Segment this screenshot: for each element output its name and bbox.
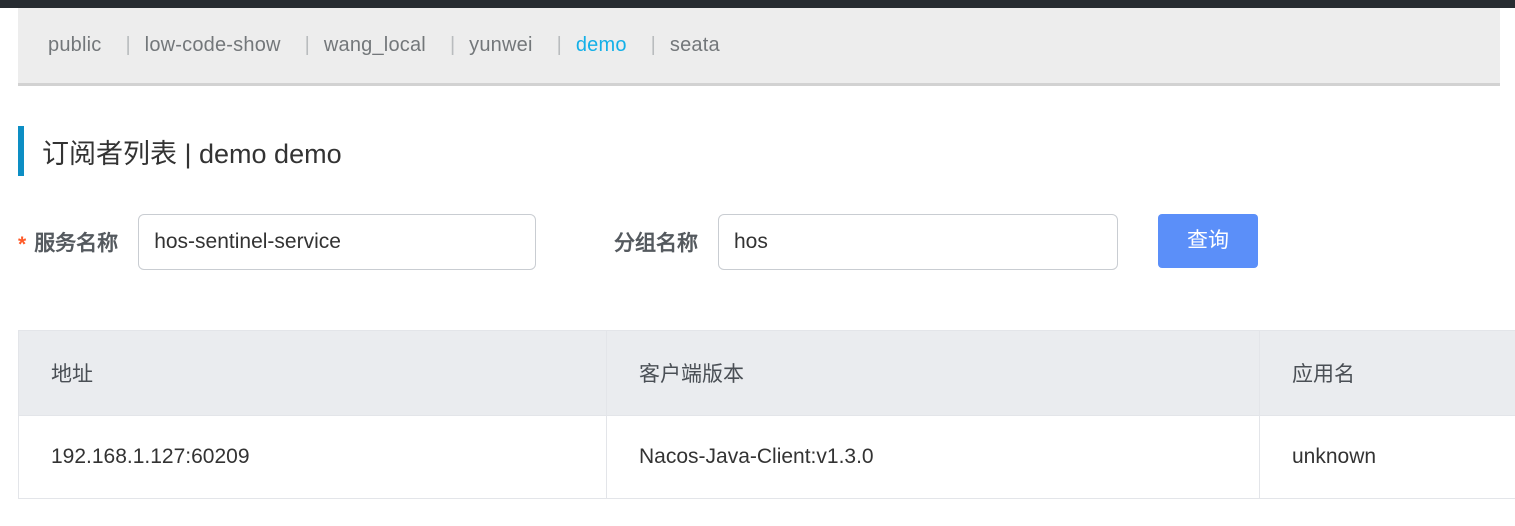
namespace-separator: | (556, 34, 562, 56)
namespace-separator: | (304, 34, 310, 56)
group-name-label: 分组名称 (614, 232, 698, 255)
page-title-block: 订阅者列表 | demo demo (18, 126, 342, 176)
cell-app-name: unknown (1259, 415, 1515, 499)
title-accent-bar (18, 126, 24, 176)
query-button[interactable]: 查询 (1158, 214, 1258, 268)
column-header-app-name: 应用名 (1259, 330, 1515, 416)
table-body: 192.168.1.127:60209 Nacos-Java-Client:v1… (18, 415, 1515, 499)
namespace-item-yunwei[interactable]: yunwei (469, 34, 532, 57)
namespace-separator: | (125, 34, 131, 56)
search-form: * 服务名称 分组名称 查询 (18, 212, 1500, 272)
cell-address: 192.168.1.127:60209 (18, 415, 607, 499)
table-header-row: 地址 客户端版本 应用名 (18, 330, 1515, 416)
service-name-input[interactable] (138, 214, 537, 270)
column-header-client-version: 客户端版本 (606, 330, 1260, 416)
namespace-separator: | (449, 34, 456, 56)
namespace-item-public[interactable]: public (48, 34, 101, 57)
table-header: 地址 客户端版本 应用名 (18, 330, 1515, 416)
column-header-address: 地址 (18, 330, 607, 416)
page-title: 订阅者列表 | demo demo (42, 138, 342, 169)
table-row: 192.168.1.127:60209 Nacos-Java-Client:v1… (18, 415, 1515, 499)
required-asterisk-icon: * (18, 232, 27, 256)
group-name-input[interactable] (718, 214, 1118, 270)
group-name-field-group: 分组名称 (614, 212, 1118, 272)
namespace-item-wang-local[interactable]: wang_local (324, 34, 426, 57)
namespace-item-low-code-show[interactable]: low-code-show (145, 34, 281, 57)
service-name-field-group: * 服务名称 (18, 212, 537, 272)
namespace-item-demo[interactable]: demo (576, 34, 627, 57)
subscribers-table: 地址 客户端版本 应用名 192.168.1.127:60209 Nacos-J… (18, 330, 1515, 499)
namespace-list: public | low-code-show | wang_local | yu… (48, 8, 720, 83)
namespace-item-seata[interactable]: seata (670, 34, 720, 57)
top-dark-strip (0, 0, 1515, 8)
namespace-nav-panel: public | low-code-show | wang_local | yu… (18, 8, 1500, 86)
namespace-separator: | (650, 34, 656, 56)
service-name-label: 服务名称 (34, 232, 119, 255)
cell-client-version: Nacos-Java-Client:v1.3.0 (606, 415, 1260, 499)
